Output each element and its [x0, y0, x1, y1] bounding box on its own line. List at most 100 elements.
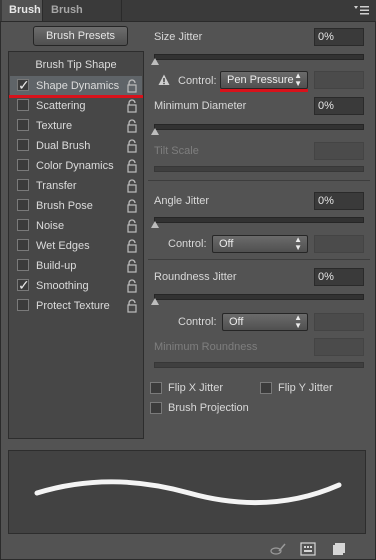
- list-item-label: Scattering: [36, 100, 86, 112]
- stroke-preview-graphic: [34, 479, 342, 506]
- tab-bar: Brush Brush Presets: [0, 0, 376, 37]
- flip-x-jitter-checkbox[interactable]: [150, 382, 162, 394]
- lock-icon[interactable]: [126, 159, 138, 173]
- minimum-diameter-slider[interactable]: [151, 124, 364, 135]
- checkbox-smoothing[interactable]: ✓: [17, 277, 30, 293]
- checkbox-protect-texture[interactable]: [17, 299, 29, 311]
- checkbox-build-up[interactable]: [17, 259, 29, 271]
- lock-icon[interactable]: [126, 79, 138, 93]
- list-item-wet-edges[interactable]: Wet Edges: [10, 236, 142, 256]
- brush-projection-label: Brush Projection: [168, 402, 249, 414]
- checkbox-transfer[interactable]: [17, 179, 29, 191]
- slider-thumb[interactable]: [151, 128, 159, 135]
- tilt-scale-slider: [154, 166, 364, 172]
- flip-y-jitter-checkbox[interactable]: [260, 382, 272, 394]
- size-control-extra-field: [314, 71, 364, 89]
- roundness-control-value: Off: [229, 316, 244, 328]
- lock-icon[interactable]: [126, 239, 138, 253]
- list-item-label: Noise: [36, 220, 65, 232]
- lock-icon[interactable]: [126, 119, 138, 133]
- lock-icon[interactable]: [126, 139, 138, 153]
- tilt-scale-label: Tilt Scale: [154, 145, 199, 157]
- list-item-label: Build-up: [36, 260, 77, 272]
- lock-icon[interactable]: [126, 199, 138, 213]
- list-item-label: Protect Texture: [36, 300, 110, 312]
- checkbox-shape-dynamics[interactable]: ✓: [17, 77, 30, 93]
- slider-thumb[interactable]: [151, 58, 159, 65]
- size-control-dropdown[interactable]: Pen Pressure ▲ ▼: [220, 71, 308, 89]
- lock-icon[interactable]: [126, 99, 138, 113]
- list-item-scattering[interactable]: Scattering: [10, 96, 142, 116]
- list-item-label: Dual Brush: [36, 140, 91, 152]
- checkbox-texture[interactable]: [17, 119, 29, 131]
- roundness-control-extra-field: [314, 313, 364, 331]
- minimum-roundness-slider: [154, 362, 364, 368]
- checkbox-noise[interactable]: [17, 219, 29, 231]
- angle-jitter-slider[interactable]: [151, 217, 364, 228]
- brush-settings-list: Brush Tip Shape ✓ Shape Dynamics Scatter…: [8, 51, 144, 439]
- panel-footer: [0, 536, 376, 560]
- list-item-shape-dynamics[interactable]: ✓ Shape Dynamics: [10, 76, 142, 96]
- checkbox-dual-brush[interactable]: [17, 139, 29, 151]
- roundness-control-label: Control:: [178, 316, 217, 328]
- list-item-build-up[interactable]: Build-up: [10, 256, 142, 276]
- toggle-live-tip-icon[interactable]: [270, 542, 286, 556]
- roundness-control-dropdown[interactable]: Off ▲ ▼: [222, 313, 308, 331]
- list-item-transfer[interactable]: Transfer: [10, 176, 142, 196]
- brush-tip-shape-item[interactable]: Brush Tip Shape: [9, 55, 143, 75]
- list-item-brush-pose[interactable]: Brush Pose: [10, 196, 142, 216]
- minimum-diameter-label: Minimum Diameter: [154, 100, 247, 112]
- angle-control-dropdown[interactable]: Off ▲ ▼: [212, 235, 308, 253]
- angle-control-value: Off: [219, 238, 234, 250]
- checkbox-color-dynamics[interactable]: [17, 159, 29, 171]
- brush-projection-checkbox[interactable]: [150, 402, 162, 414]
- checkbox-scattering[interactable]: [17, 99, 29, 111]
- slider-thumb[interactable]: [151, 298, 159, 305]
- slider-thumb[interactable]: [151, 221, 159, 228]
- chevron-updown-icon: ▲ ▼: [294, 313, 302, 330]
- list-item-smoothing[interactable]: ✓ Smoothing: [10, 276, 142, 296]
- list-item-color-dynamics[interactable]: Color Dynamics: [10, 156, 142, 176]
- brush-stroke-preview: [8, 450, 366, 534]
- flip-y-jitter-label: Flip Y Jitter: [278, 382, 333, 394]
- lock-icon[interactable]: [126, 259, 138, 273]
- annotation-underline: [9, 95, 143, 98]
- list-item-label: Color Dynamics: [36, 160, 114, 172]
- list-item-label: Wet Edges: [36, 240, 90, 252]
- new-preset-icon[interactable]: [330, 542, 346, 556]
- size-jitter-label: Size Jitter: [154, 31, 203, 43]
- checkbox-wet-edges[interactable]: [17, 239, 29, 251]
- grid-icon[interactable]: [300, 542, 316, 556]
- chevron-updown-icon: ▲ ▼: [294, 235, 302, 252]
- list-item-label: Smoothing: [36, 280, 89, 292]
- list-item-protect-texture[interactable]: Protect Texture: [10, 296, 142, 316]
- lock-icon[interactable]: [126, 279, 138, 293]
- list-item-label: Texture: [36, 120, 73, 132]
- shape-dynamics-settings: Size Jitter 0% Control: Pen Pressure ▲ ▼ …: [148, 22, 370, 442]
- annotation-underline: [220, 89, 308, 92]
- list-item-noise[interactable]: Noise: [10, 216, 142, 236]
- size-jitter-slider[interactable]: [151, 54, 364, 65]
- brush-presets-button[interactable]: Brush Presets: [33, 26, 128, 46]
- lock-icon[interactable]: [126, 299, 138, 313]
- panel-menu-icon[interactable]: [352, 5, 370, 16]
- divider: [148, 180, 370, 181]
- tilt-scale-field: [314, 142, 364, 160]
- warning-icon: [158, 74, 170, 85]
- angle-control-label: Control:: [168, 238, 207, 250]
- list-item-texture[interactable]: Texture: [10, 116, 142, 136]
- chevron-updown-icon: ▲ ▼: [294, 71, 302, 88]
- roundness-jitter-field[interactable]: 0%: [314, 268, 364, 286]
- checkbox-brush-pose[interactable]: [17, 199, 29, 211]
- tab-brush-presets[interactable]: Brush Presets: [44, 0, 122, 37]
- lock-icon[interactable]: [126, 179, 138, 193]
- list-item-dual-brush[interactable]: Dual Brush: [10, 136, 142, 156]
- angle-jitter-field[interactable]: 0%: [314, 192, 364, 210]
- lock-icon[interactable]: [126, 219, 138, 233]
- angle-jitter-label: Angle Jitter: [154, 195, 210, 207]
- roundness-jitter-slider[interactable]: [151, 294, 364, 305]
- tab-brush[interactable]: Brush: [2, 0, 43, 21]
- size-jitter-field[interactable]: 0%: [314, 28, 364, 46]
- minimum-roundness-field: [314, 338, 364, 356]
- minimum-diameter-field[interactable]: 0%: [314, 97, 364, 115]
